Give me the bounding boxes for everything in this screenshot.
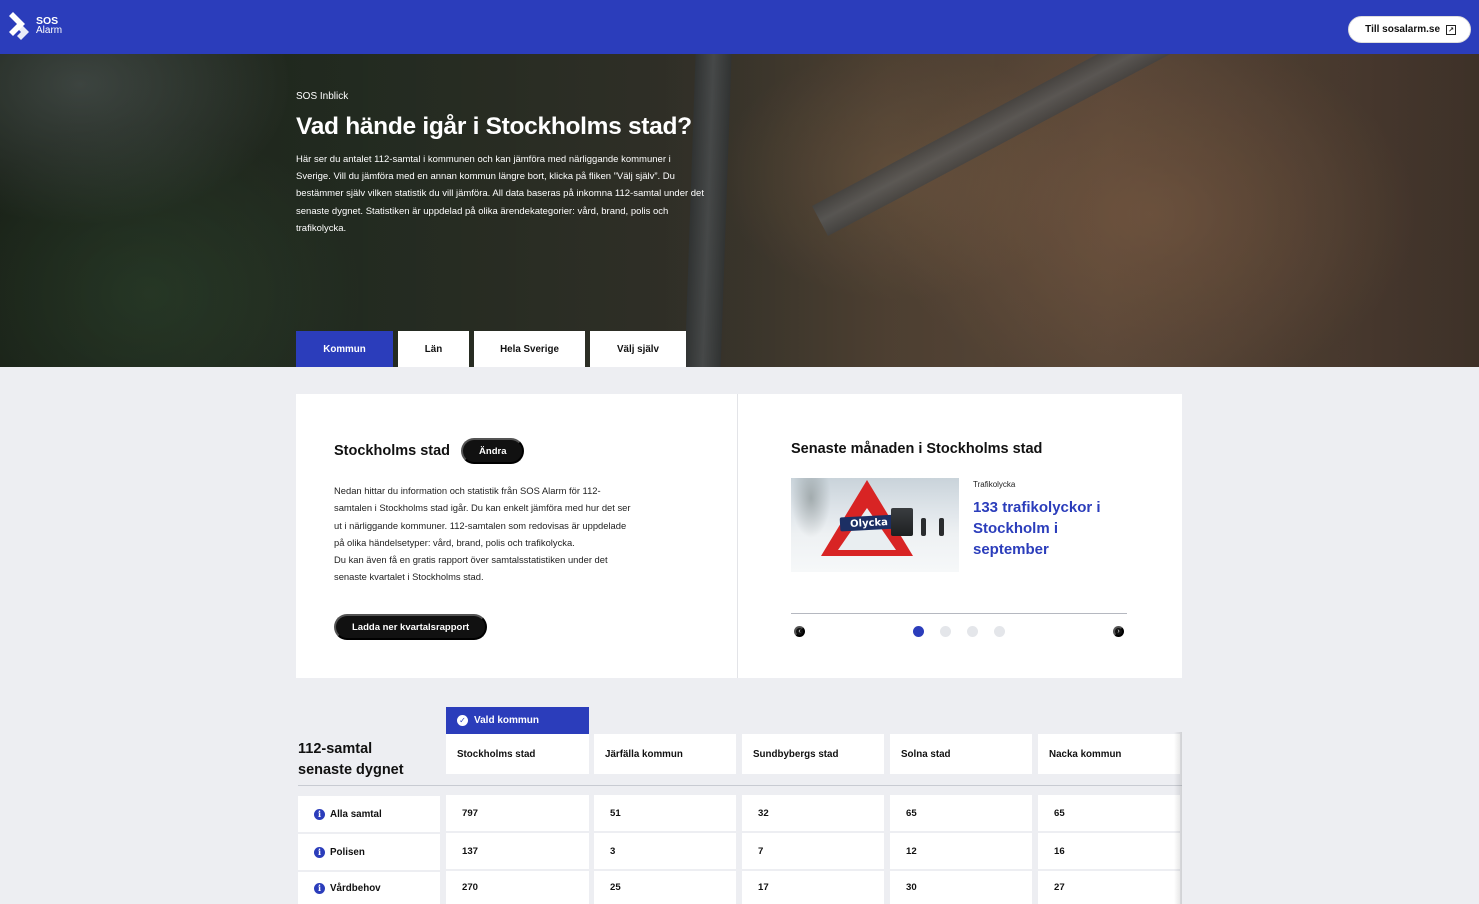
tab-lan[interactable]: Län	[398, 331, 469, 367]
sos-logo-icon	[9, 12, 29, 40]
selected-tag-label: Vald kommun	[474, 715, 540, 726]
news-image-person	[939, 518, 944, 536]
info-icon[interactable]: i	[314, 808, 325, 820]
top-navigation-bar: SOS Alarm Till sosalarm.se ↗	[0, 0, 1479, 54]
news-image-person	[921, 518, 926, 536]
table-cell: 32	[742, 795, 884, 831]
tab-hela-sverige[interactable]: Hela Sverige	[474, 331, 585, 367]
carousel-dots	[913, 626, 1005, 637]
info-icon[interactable]: i	[314, 846, 325, 858]
municipality-description: Nedan hittar du information och statisti…	[334, 482, 634, 586]
hero-section	[0, 54, 1479, 367]
logo-text: SOS Alarm	[36, 16, 62, 36]
news-image-vehicle	[891, 508, 913, 536]
table-row-label: i Vårdbehov	[298, 872, 440, 904]
scope-tabs: Kommun Län Hela Sverige Välj själv	[296, 331, 686, 367]
row-label-text: Vårdbehov	[330, 882, 381, 894]
download-report-button[interactable]: Ladda ner kvartalsrapport	[334, 614, 488, 640]
table-cell: 30	[890, 871, 1032, 904]
table-title-line-1: 112-samtal	[298, 741, 373, 757]
column-header-stockholm[interactable]: Stockholms stad	[446, 734, 589, 774]
logo-line-2: Alarm	[36, 25, 63, 36]
table-cell: 12	[890, 833, 1032, 869]
table-cell: 7	[742, 833, 884, 869]
municipality-description-1: Nedan hittar du information och statisti…	[334, 485, 631, 548]
table-cell: 270	[446, 871, 589, 904]
table-scroll-shadow	[1174, 732, 1182, 904]
table-title: 112-samtal senaste dygnet	[298, 739, 404, 781]
hero-overlay	[0, 54, 1479, 367]
row-label-text: Polisen	[330, 846, 365, 858]
news-headline-link[interactable]: 133 trafikolyckor i Stockholm i septembe…	[973, 497, 1113, 560]
hero-content: SOS Inblick Vad hände igår i Stockholms …	[296, 91, 716, 237]
table-cell: 27	[1038, 871, 1180, 904]
municipality-title: Stockholms stad	[334, 443, 451, 459]
tab-kommun[interactable]: Kommun	[296, 331, 393, 367]
table-row-label: i Alla samtal	[298, 796, 440, 832]
carousel-dot[interactable]	[967, 626, 978, 637]
tab-valj-sjalv[interactable]: Välj själv	[590, 331, 686, 367]
table-cell: 16	[1038, 833, 1180, 869]
hero-description: Här ser du antalet 112-samtal i kommunen…	[296, 154, 704, 234]
row-label-text: Alla samtal	[330, 808, 382, 820]
sos-alarm-logo[interactable]: SOS Alarm	[6, 10, 62, 42]
table-cell: 137	[446, 833, 589, 869]
table-cell: 797	[446, 795, 589, 831]
news-image[interactable]: Olycka	[791, 478, 959, 572]
column-header-sundbyberg[interactable]: Sundbybergs stad	[742, 734, 884, 774]
carousel-prev-button[interactable]: ‹	[794, 626, 805, 637]
monthly-news-panel: Senaste månaden i Stockholms stad Olycka…	[738, 394, 1182, 678]
info-icon[interactable]: i	[314, 882, 325, 894]
column-header-jarfalla[interactable]: Järfälla kommun	[594, 734, 736, 774]
carousel-divider	[791, 613, 1127, 614]
table-cell: 3	[594, 833, 736, 869]
table-cell: 65	[890, 795, 1032, 831]
news-category: Trafikolycka	[973, 480, 1016, 489]
change-municipality-button[interactable]: Ändra	[461, 438, 525, 464]
visit-sosalarm-label: Till sosalarm.se	[1365, 24, 1440, 35]
column-header-solna[interactable]: Solna stad	[890, 734, 1032, 774]
visit-sosalarm-button[interactable]: Till sosalarm.se ↗	[1348, 16, 1471, 43]
table-title-line-2: senaste dygnet	[298, 762, 404, 778]
carousel-dot[interactable]	[913, 626, 924, 637]
info-card: Stockholms stad Ändra Nedan hittar du in…	[296, 394, 1182, 678]
chevron-left-icon: ‹	[798, 628, 801, 635]
table-cell: 25	[594, 871, 736, 904]
table-cell: 65	[1038, 795, 1180, 831]
monthly-title: Senaste månaden i Stockholms stad	[791, 441, 1043, 457]
table-header-divider	[298, 785, 1182, 786]
selected-municipality-tag: ✓ Vald kommun	[446, 707, 589, 734]
table-cell: 17	[742, 871, 884, 904]
carousel-next-button[interactable]: ›	[1113, 626, 1124, 637]
municipality-header: Stockholms stad Ändra	[334, 438, 525, 464]
chevron-right-icon: ›	[1117, 628, 1120, 635]
table-cell: 51	[594, 795, 736, 831]
page-title: Vad hände igår i Stockholms stad?	[296, 113, 692, 140]
carousel-dot[interactable]	[940, 626, 951, 637]
check-icon: ✓	[457, 715, 468, 726]
municipality-description-2: Du kan även få en gratis rapport över sa…	[334, 554, 608, 583]
carousel-dot[interactable]	[994, 626, 1005, 637]
column-header-nacka[interactable]: Nacka kommun	[1038, 734, 1180, 774]
external-link-icon: ↗	[1446, 24, 1456, 35]
table-row-label: i Polisen	[298, 834, 440, 870]
hero-kicker: SOS Inblick	[296, 91, 349, 102]
municipality-panel: Stockholms stad Ändra Nedan hittar du in…	[296, 394, 738, 678]
